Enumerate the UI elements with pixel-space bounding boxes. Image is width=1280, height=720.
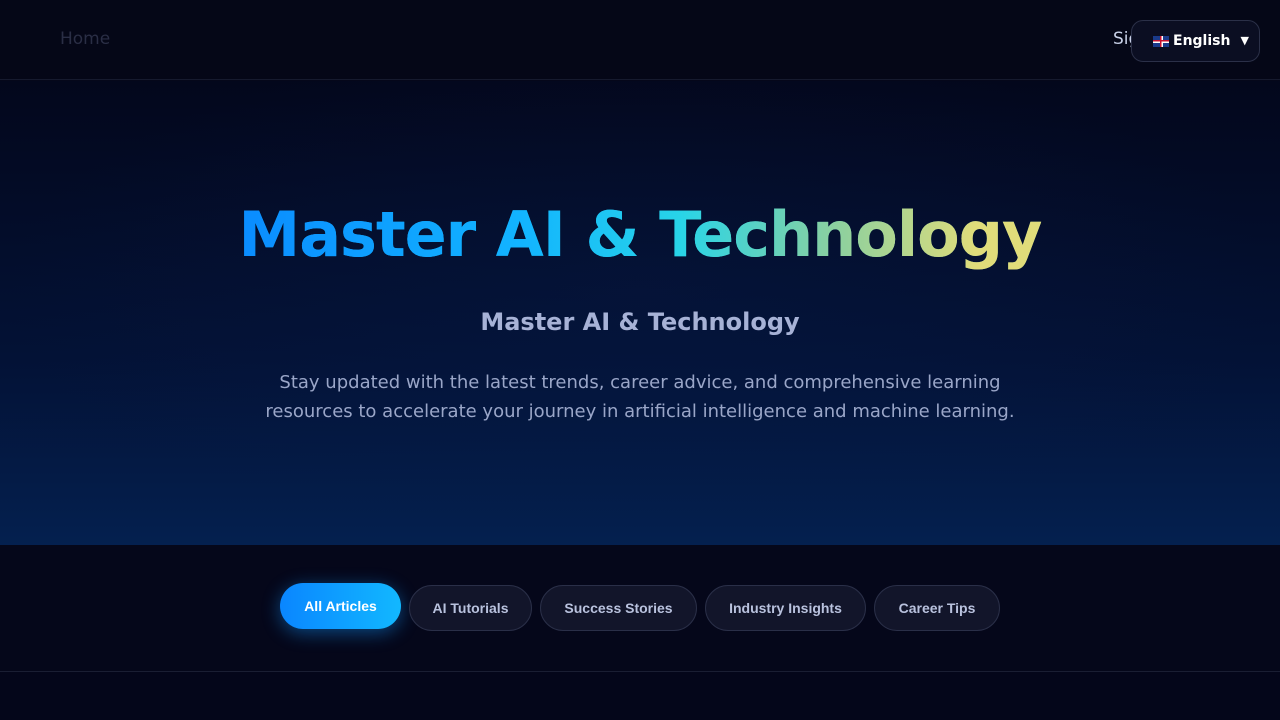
filter-all-articles[interactable]: All Articles — [280, 583, 401, 629]
hero-section: Master AI & Technology Master AI & Techn… — [0, 81, 1280, 545]
hero-subtitle: Master AI & Technology — [480, 308, 800, 336]
chevron-down-icon: ▼ — [1240, 34, 1249, 47]
filter-industry-insights[interactable]: Industry Insights — [705, 585, 866, 631]
language-select[interactable]: English ▼ — [1131, 20, 1260, 62]
filter-ai-tutorials[interactable]: AI Tutorials — [409, 585, 532, 631]
top-navigation-bar: Home Sign In English ▼ — [0, 0, 1280, 80]
content-area — [0, 672, 1280, 720]
hero-title: Master AI & Technology — [0, 198, 1280, 271]
filter-career-tips[interactable]: Career Tips — [874, 585, 1000, 631]
uk-flag-icon — [1153, 35, 1169, 47]
language-select-value: English — [1173, 33, 1231, 49]
hero-description: Stay updated with the latest trends, car… — [265, 372, 1015, 422]
category-filter-bar: All Articles AI Tutorials Success Storie… — [0, 545, 1280, 672]
filter-success-stories[interactable]: Success Stories — [540, 585, 697, 631]
nav-home-link[interactable]: Home — [60, 29, 110, 49]
hero-title-text: Master AI & Technology — [238, 198, 1043, 271]
